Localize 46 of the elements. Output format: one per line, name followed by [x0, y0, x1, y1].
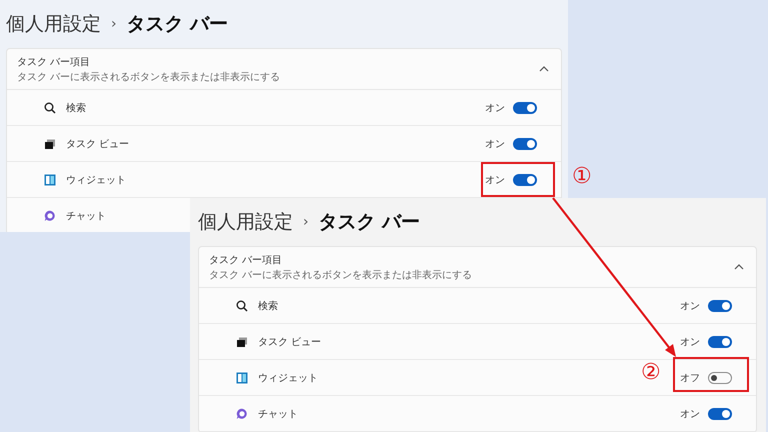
section-header[interactable]: タスク バー項目 タスク バーに表示されるボタンを表示または非表示にする	[7, 49, 561, 90]
toggle-state-label: オン	[485, 102, 505, 114]
setting-label: ウィジェット	[258, 372, 318, 384]
toggle-switch[interactable]	[513, 138, 537, 150]
widgets-icon	[44, 174, 56, 186]
breadcrumb-separator: ›	[111, 16, 117, 32]
chat-icon	[44, 210, 56, 222]
chevron-icon[interactable]	[734, 264, 744, 270]
section-subtitle: タスク バーに表示されるボタンを表示または非表示にする	[17, 70, 280, 84]
setting-label: チャット	[258, 408, 298, 420]
toggle-switch[interactable]	[708, 300, 732, 312]
setting-label: ウィジェット	[66, 174, 126, 186]
breadcrumb-parent[interactable]: 個人用設定	[198, 209, 293, 235]
setting-label: 検索	[66, 102, 86, 114]
step-number: ②	[641, 359, 661, 387]
breadcrumb-separator: ›	[303, 214, 309, 230]
chevron-icon[interactable]	[539, 66, 549, 72]
section-header[interactable]: タスク バー項目 タスク バーに表示されるボタンを表示または非表示にする	[199, 247, 756, 288]
setting-label: 検索	[258, 300, 278, 312]
section-title: タスク バー項目	[209, 254, 284, 266]
task-view-icon	[44, 138, 56, 150]
toggle-switch[interactable]	[708, 408, 732, 420]
section-subtitle: タスク バーに表示されるボタンを表示または非表示にする	[209, 268, 472, 282]
toggle-state-label: オン	[485, 174, 505, 186]
step-number: ①	[572, 163, 592, 191]
task-view-icon	[236, 336, 248, 348]
setting-label: チャット	[66, 210, 106, 222]
setting-label: タスク ビュー	[258, 336, 322, 348]
search-icon	[44, 102, 56, 114]
chat-icon	[236, 408, 248, 420]
toggle-state-label: オフ	[680, 372, 700, 384]
toggle-state-label: オン	[680, 336, 700, 348]
toggle-switch[interactable]	[513, 174, 537, 186]
toggle-switch[interactable]	[513, 102, 537, 114]
breadcrumb-parent[interactable]: 個人用設定	[6, 11, 101, 37]
toggle-switch[interactable]	[708, 336, 732, 348]
toggle-state-label: オン	[485, 138, 505, 150]
section-title: タスク バー項目	[17, 56, 92, 68]
widgets-icon	[236, 372, 248, 384]
setting-label: タスク ビュー	[66, 138, 130, 150]
page-title: タスク バー	[318, 210, 420, 235]
page-title: タスク バー	[126, 12, 228, 37]
toggle-state-label: オン	[680, 408, 700, 420]
toggle-switch[interactable]	[708, 372, 732, 384]
toggle-state-label: オン	[680, 300, 700, 312]
search-icon	[236, 300, 248, 312]
